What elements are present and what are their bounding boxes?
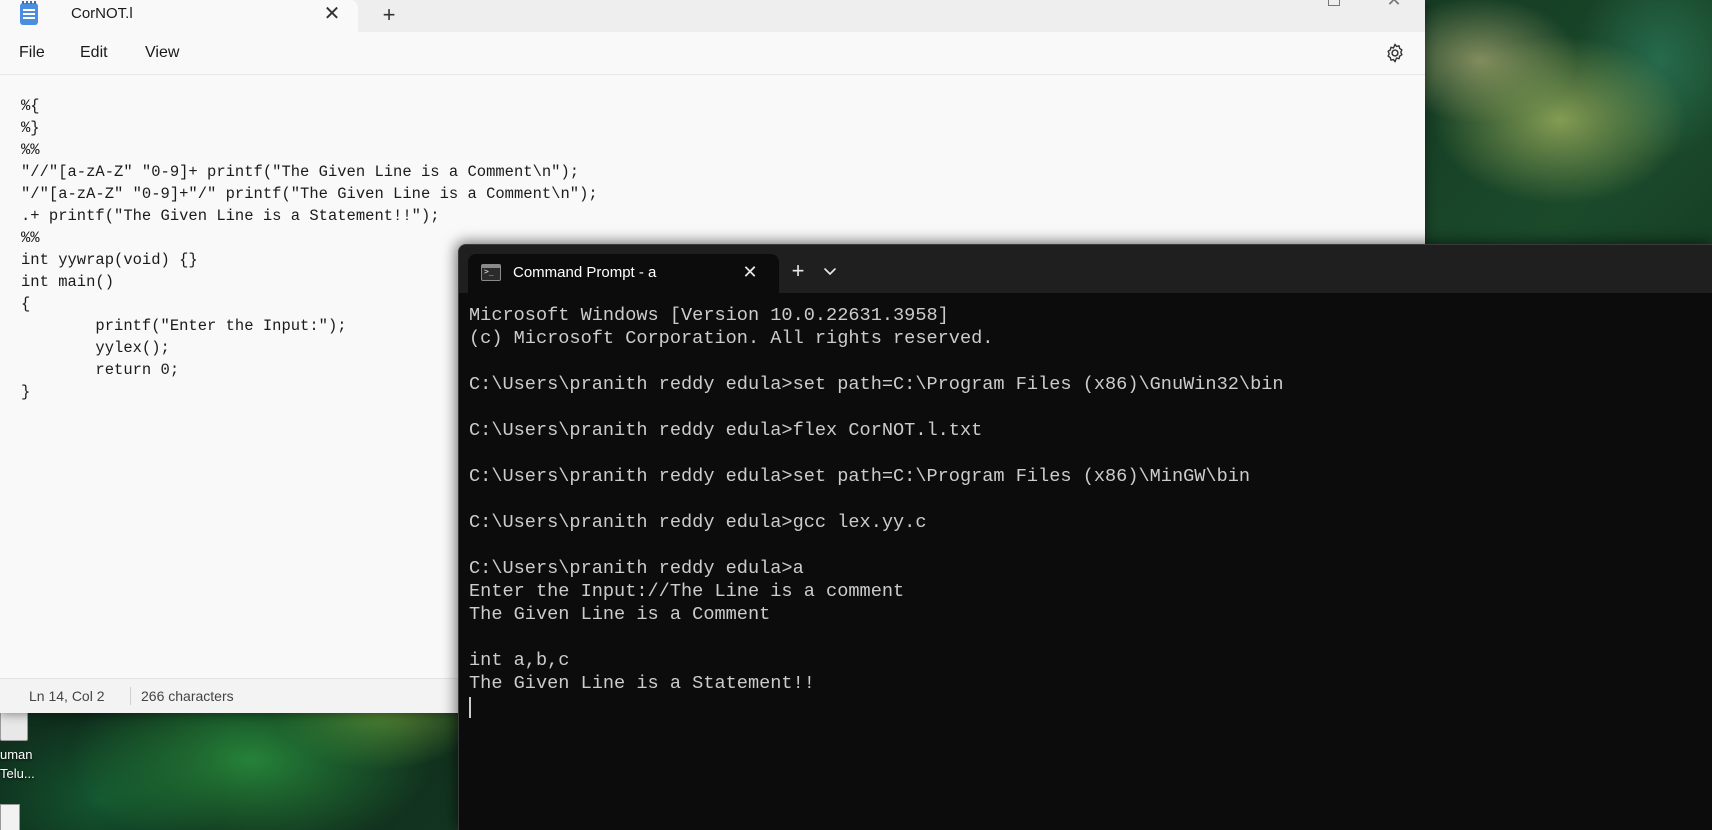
notepad-app-icon <box>20 1 38 25</box>
desktop-shortcut-label: uman Telu... <box>0 745 44 783</box>
cursor-position: Ln 14, Col 2 <box>29 688 105 704</box>
terminal-tab-title: Command Prompt - a <box>513 264 657 281</box>
window-close-icon[interactable]: ✕ <box>1384 0 1404 10</box>
notepad-tab-active[interactable]: CorNOT.l ✕ <box>0 0 358 32</box>
menu-edit[interactable]: Edit <box>80 44 108 62</box>
status-divider <box>130 687 131 705</box>
gear-icon[interactable] <box>1384 42 1406 64</box>
menu-file[interactable]: File <box>19 44 45 62</box>
notepad-tab-bar: CorNOT.l ✕ + ✕ <box>0 0 1425 32</box>
notepad-tab-close-icon[interactable]: ✕ <box>320 2 344 26</box>
command-prompt-window: Command Prompt - a ✕ + Microsoft Windows… <box>458 244 1712 830</box>
desktop-label-line2: Telu... <box>0 766 35 781</box>
notepad-new-tab-button[interactable]: + <box>376 2 402 28</box>
terminal-tab-close-icon[interactable]: ✕ <box>738 260 762 284</box>
notepad-menu-bar: File Edit View <box>0 32 1425 75</box>
terminal-tab-bar: Command Prompt - a ✕ + <box>459 245 1712 293</box>
desktop-label-line1: uman <box>0 747 33 762</box>
terminal-app-icon <box>481 264 501 281</box>
character-count: 266 characters <box>141 688 234 704</box>
terminal-new-tab-button[interactable]: + <box>785 258 811 284</box>
desktop-file-shortcut[interactable]: uman Telu... <box>0 705 40 795</box>
terminal-tab-active[interactable]: Command Prompt - a ✕ <box>468 254 779 293</box>
notepad-tab-title: CorNOT.l <box>71 5 133 22</box>
desktop-file-icon-2[interactable] <box>0 804 20 830</box>
maximize-icon[interactable] <box>1328 0 1340 6</box>
menu-view[interactable]: View <box>145 44 179 62</box>
chevron-down-icon[interactable] <box>819 258 841 284</box>
terminal-output[interactable]: Microsoft Windows [Version 10.0.22631.39… <box>469 304 1709 824</box>
terminal-cursor <box>469 697 471 718</box>
